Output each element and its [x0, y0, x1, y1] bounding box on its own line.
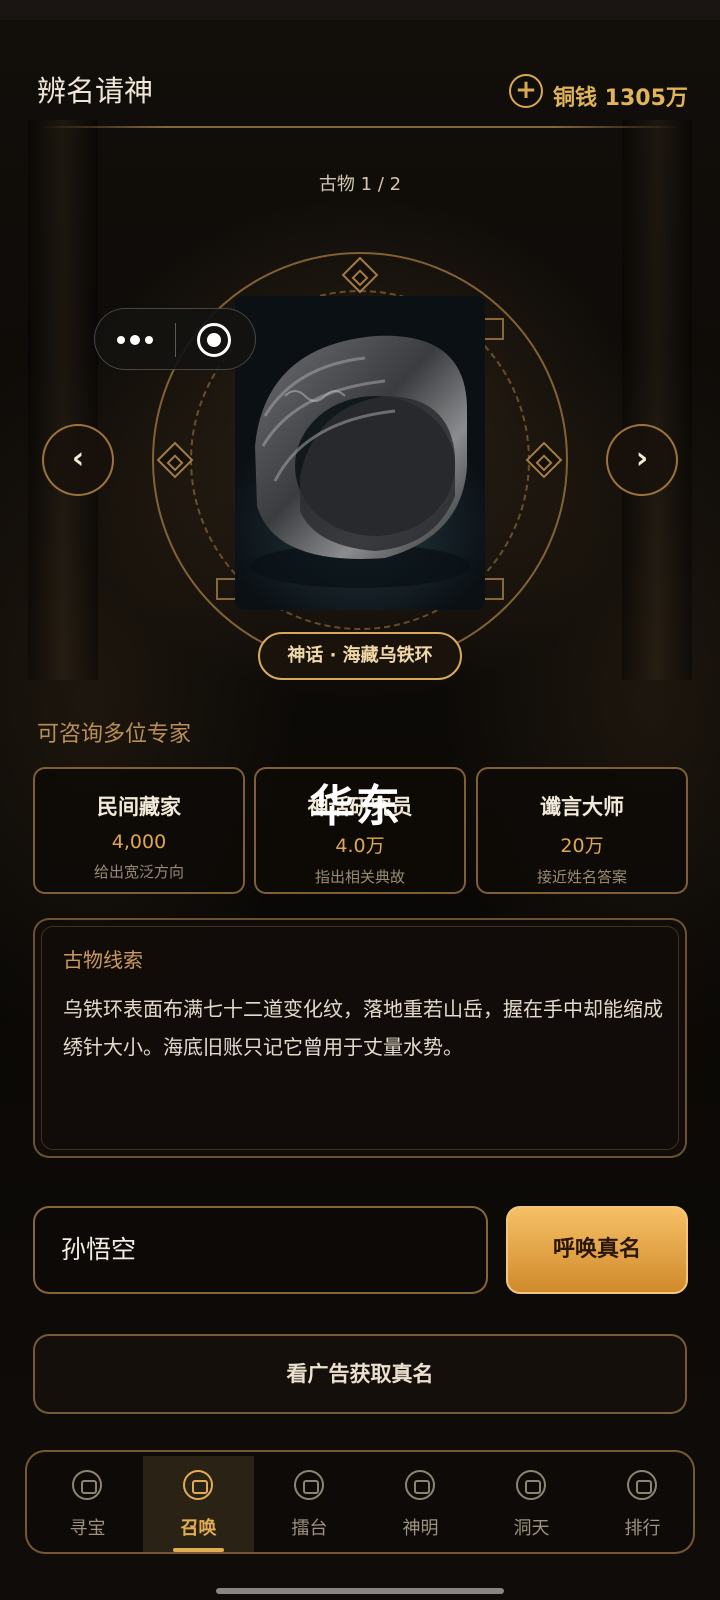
next-artifact-button[interactable]: › [606, 424, 678, 496]
tab-label: 召唤 [180, 1518, 217, 1539]
corner-ornament [482, 318, 504, 340]
clue-text: 乌铁环表面布满七十二道变化纹，落地重若山岳，握在手中却能缩成绣针大小。海底旧账只… [63, 997, 663, 1059]
close-target-icon[interactable] [197, 323, 231, 357]
expert-price: 20万 [560, 835, 604, 857]
home-indicator[interactable] [216, 1588, 504, 1594]
expert-description: 给出宽泛方向 [93, 863, 184, 881]
overlay-watermark-text: 华东 [310, 781, 402, 832]
status-bar [0, 0, 720, 20]
arena-icon [294, 1470, 324, 1500]
header-divider [38, 126, 682, 128]
currency-balance: 铜钱 1305万 [553, 86, 688, 111]
clue-title: 古物线索 [63, 948, 143, 972]
tab-cave[interactable]: 洞天 [476, 1456, 587, 1552]
experts-heading: 可咨询多位专家 [37, 722, 192, 747]
header: 辨名请神 + 铜钱 1305万 [0, 60, 720, 128]
expert-card-collector[interactable]: 民间藏家 4,000 给出宽泛方向 [33, 767, 245, 894]
prev-artifact-button[interactable]: ‹ [42, 424, 114, 496]
treasure-icon [72, 1470, 102, 1500]
corner-ornament [482, 578, 504, 600]
mini-program-capsule [94, 308, 256, 370]
expert-name: 民间藏家 [97, 795, 181, 819]
tab-label: 寻宝 [69, 1518, 106, 1539]
watch-ad-button[interactable]: 看广告获取真名 [33, 1334, 687, 1414]
iron-ring-illustration [250, 335, 470, 588]
tab-arena[interactable]: 擂台 [254, 1456, 365, 1552]
expert-description: 指出相关典故 [314, 868, 405, 886]
artifact-name-badge: 神话 · 海藏乌铁环 [258, 632, 462, 680]
ranking-icon [627, 1470, 657, 1500]
deity-icon [405, 1470, 435, 1500]
summon-icon [183, 1470, 213, 1500]
tab-label: 洞天 [513, 1518, 550, 1539]
pillar-decoration-right [622, 120, 692, 680]
summon-button[interactable]: 呼唤真名 [506, 1206, 688, 1294]
artifact-counter: 古物 1 / 2 [318, 174, 402, 195]
expert-name: 谶言大师 [540, 795, 624, 819]
clue-panel: 古物线索 乌铁环表面布满七十二道变化纹，落地重若山岳，握在手中却能缩成绣针大小。… [33, 918, 687, 1158]
tab-treasure[interactable]: 寻宝 [32, 1456, 143, 1552]
tab-label: 擂台 [291, 1518, 328, 1539]
pillar-decoration-left [28, 120, 98, 680]
tab-deity[interactable]: 神明 [365, 1456, 476, 1552]
bottom-tab-bar: 寻宝 召唤 擂台 神明 洞天 排行 [25, 1450, 695, 1554]
tab-summon[interactable]: 召唤 [143, 1456, 254, 1552]
tab-label: 排行 [624, 1518, 661, 1539]
expert-price: 4,000 [111, 831, 167, 853]
add-coins-button[interactable]: + [509, 74, 543, 108]
page-title: 辨名请神 [37, 74, 154, 108]
name-answer-input[interactable]: 孙悟空 [33, 1206, 488, 1294]
artifact-image [235, 296, 485, 610]
active-tab-indicator [173, 1548, 224, 1552]
expert-description: 接近姓名答案 [536, 868, 627, 886]
tab-ranking[interactable]: 排行 [587, 1456, 698, 1552]
more-options-icon[interactable] [117, 327, 157, 353]
expert-card-prophet[interactable]: 谶言大师 20万 接近姓名答案 [476, 767, 688, 894]
expert-price: 4.0万 [335, 835, 385, 857]
tab-label: 神明 [402, 1518, 439, 1539]
cave-icon [516, 1470, 546, 1500]
